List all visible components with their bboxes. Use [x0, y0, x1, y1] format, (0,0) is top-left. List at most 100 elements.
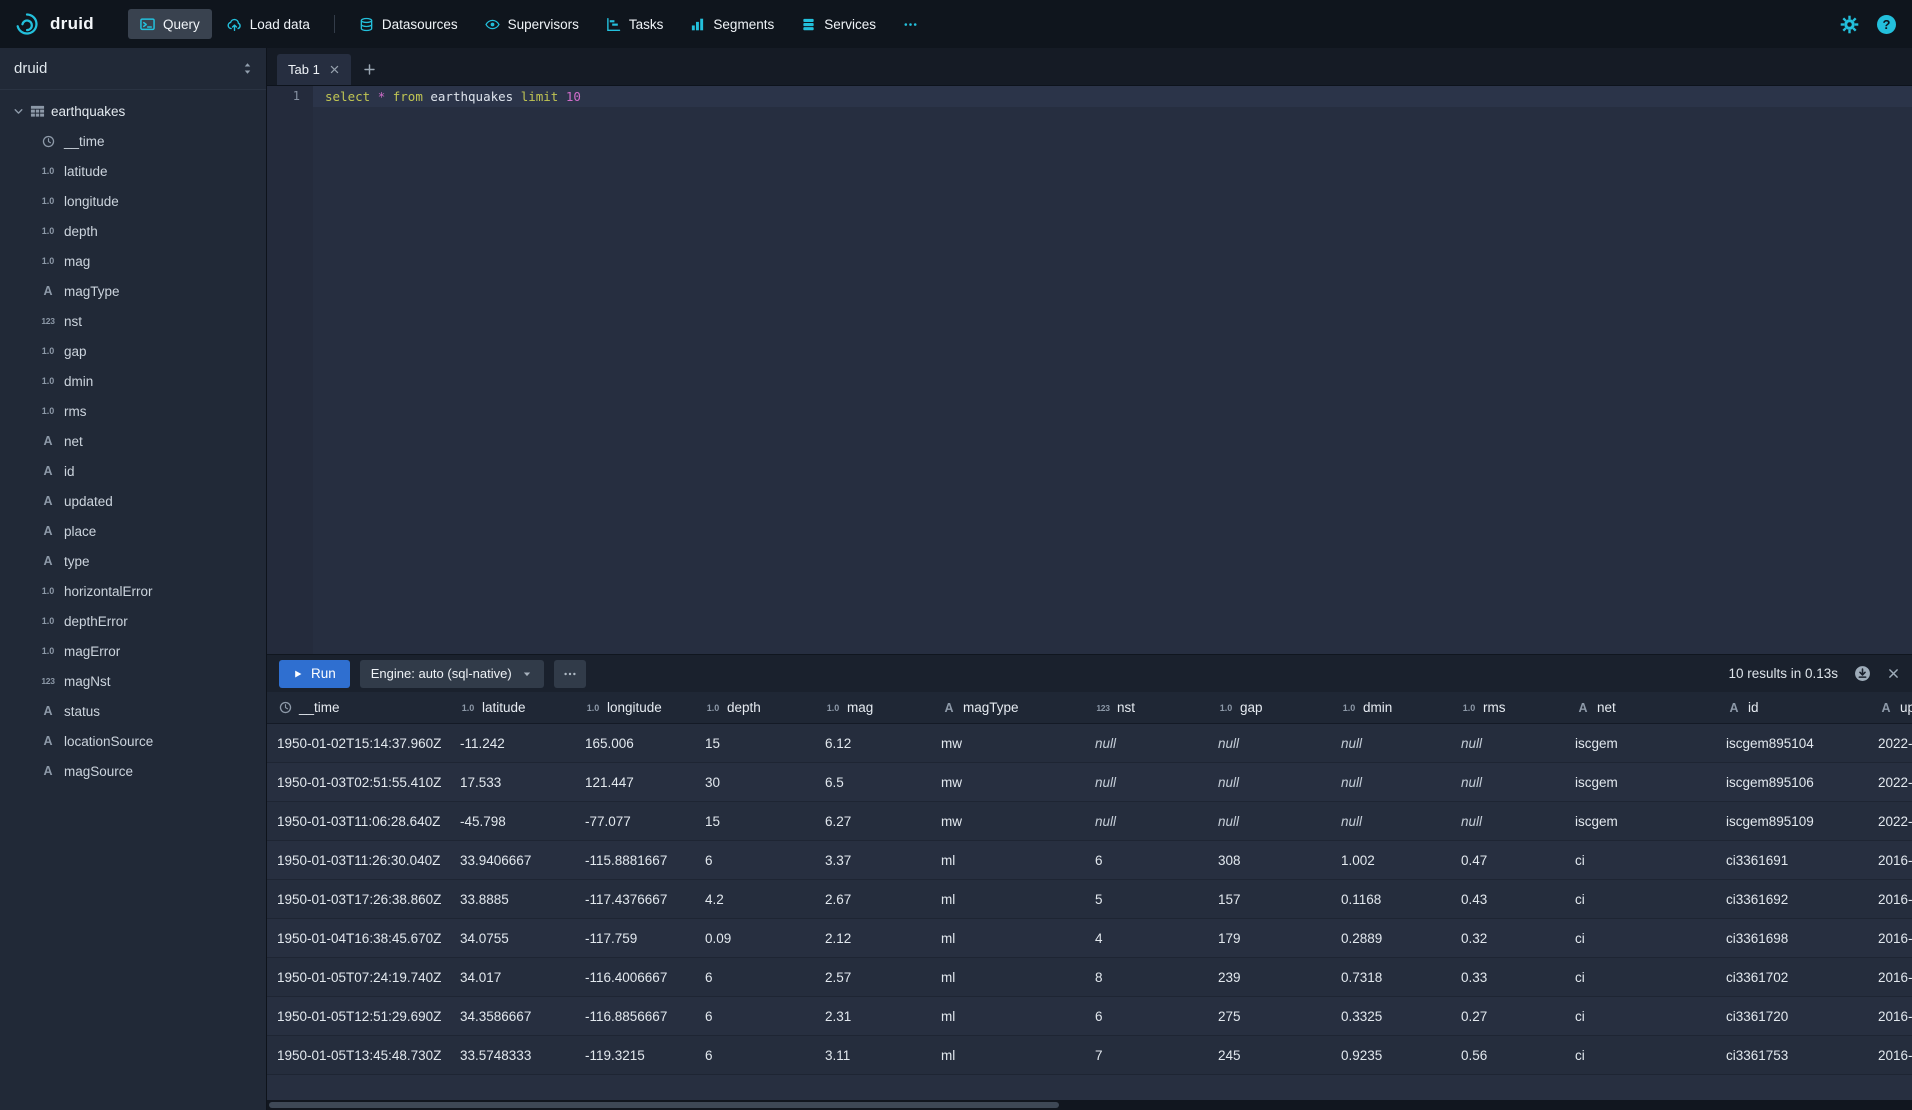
table-cell[interactable]: 8 — [1085, 958, 1208, 996]
table-cell[interactable]: 2016-0 — [1868, 841, 1912, 879]
table-cell[interactable]: 33.9406667 — [450, 841, 575, 879]
gear-icon[interactable] — [1840, 15, 1859, 34]
table-cell[interactable]: null — [1331, 802, 1451, 840]
column-header-mag[interactable]: 1.0mag — [815, 692, 931, 723]
table-cell[interactable]: iscgem895106 — [1716, 763, 1868, 801]
query-more-button[interactable] — [554, 660, 586, 688]
table-cell[interactable]: 1950-01-02T15:14:37.960Z — [267, 724, 450, 762]
table-cell[interactable]: mw — [931, 724, 1085, 762]
column-item-horizontalerror[interactable]: 1.0horizontalError — [0, 576, 266, 606]
table-cell[interactable]: 33.8885 — [450, 880, 575, 918]
table-cell[interactable]: 2.67 — [815, 880, 931, 918]
table-cell[interactable]: 2022-0 — [1868, 763, 1912, 801]
column-item-place[interactable]: Aplace — [0, 516, 266, 546]
nav-item-more[interactable] — [891, 9, 930, 39]
table-cell[interactable]: 0.47 — [1451, 841, 1565, 879]
table-cell[interactable]: 15 — [695, 724, 815, 762]
column-item-gap[interactable]: 1.0gap — [0, 336, 266, 366]
table-cell[interactable]: 6.12 — [815, 724, 931, 762]
sql-editor[interactable]: 1 select * from earthquakes limit 10 — [267, 86, 1912, 654]
table-cell[interactable]: -116.4006667 — [575, 958, 695, 996]
table-cell[interactable]: 1950-01-03T11:26:30.040Z — [267, 841, 450, 879]
table-cell[interactable]: iscgem895109 — [1716, 802, 1868, 840]
table-cell[interactable]: ml — [931, 919, 1085, 957]
table-cell[interactable]: 34.3586667 — [450, 997, 575, 1035]
table-cell[interactable]: 1.002 — [1331, 841, 1451, 879]
table-cell[interactable]: 0.9235 — [1331, 1036, 1451, 1074]
table-cell[interactable]: 2022-0 — [1868, 724, 1912, 762]
table-cell[interactable]: null — [1451, 802, 1565, 840]
table-cell[interactable]: ci — [1565, 919, 1716, 957]
column-header-rms[interactable]: 1.0rms — [1451, 692, 1565, 723]
table-cell[interactable]: ci3361720 — [1716, 997, 1868, 1035]
table-cell[interactable]: ci3361753 — [1716, 1036, 1868, 1074]
table-cell[interactable]: 6 — [695, 1036, 815, 1074]
column-item-nst[interactable]: 123nst — [0, 306, 266, 336]
column-header-longitude[interactable]: 1.0longitude — [575, 692, 695, 723]
column-item-mag[interactable]: 1.0mag — [0, 246, 266, 276]
column-header-gap[interactable]: 1.0gap — [1208, 692, 1331, 723]
column-item-longitude[interactable]: 1.0longitude — [0, 186, 266, 216]
druid-logo-icon[interactable] — [14, 11, 40, 37]
table-cell[interactable]: 15 — [695, 802, 815, 840]
table-cell[interactable]: 7 — [1085, 1036, 1208, 1074]
table-cell[interactable]: 1950-01-03T17:26:38.860Z — [267, 880, 450, 918]
table-cell[interactable]: 34.017 — [450, 958, 575, 996]
table-cell[interactable]: 6 — [1085, 841, 1208, 879]
table-cell[interactable]: ci3361702 — [1716, 958, 1868, 996]
table-cell[interactable]: iscgem — [1565, 802, 1716, 840]
table-cell[interactable]: 2016-0 — [1868, 1036, 1912, 1074]
table-cell[interactable]: 1950-01-03T11:06:28.640Z — [267, 802, 450, 840]
table-cell[interactable]: 239 — [1208, 958, 1331, 996]
table-cell[interactable]: null — [1208, 802, 1331, 840]
column-item-rms[interactable]: 1.0rms — [0, 396, 266, 426]
table-cell[interactable]: 275 — [1208, 997, 1331, 1035]
column-item-updated[interactable]: Aupdated — [0, 486, 266, 516]
column-item-depth[interactable]: 1.0depth — [0, 216, 266, 246]
column-header-time[interactable]: __time — [267, 692, 450, 723]
table-cell[interactable]: 2016-0 — [1868, 958, 1912, 996]
table-cell[interactable]: ci — [1565, 997, 1716, 1035]
table-cell[interactable]: ml — [931, 958, 1085, 996]
table-cell[interactable]: 157 — [1208, 880, 1331, 918]
column-item-time[interactable]: __time — [0, 126, 266, 156]
table-cell[interactable]: 308 — [1208, 841, 1331, 879]
table-cell[interactable]: ci3361691 — [1716, 841, 1868, 879]
table-cell[interactable]: 2016-0 — [1868, 880, 1912, 918]
table-cell[interactable]: 6.27 — [815, 802, 931, 840]
table-cell[interactable]: ci — [1565, 880, 1716, 918]
chevron-down-icon[interactable] — [13, 106, 24, 117]
table-cell[interactable]: 4 — [1085, 919, 1208, 957]
table-cell[interactable]: 121.447 — [575, 763, 695, 801]
column-item-magsource[interactable]: AmagSource — [0, 756, 266, 786]
column-header-dmin[interactable]: 1.0dmin — [1331, 692, 1451, 723]
table-cell[interactable]: mw — [931, 763, 1085, 801]
horizontal-scrollbar[interactable] — [267, 1100, 1912, 1110]
table-cell[interactable]: ml — [931, 841, 1085, 879]
table-cell[interactable]: ci — [1565, 958, 1716, 996]
nav-item-load-data[interactable]: Load data — [215, 9, 322, 39]
double-caret-vertical-icon[interactable] — [241, 62, 254, 75]
table-cell[interactable]: 17.533 — [450, 763, 575, 801]
column-header-depth[interactable]: 1.0depth — [695, 692, 815, 723]
column-item-dmin[interactable]: 1.0dmin — [0, 366, 266, 396]
table-cell[interactable]: 6.5 — [815, 763, 931, 801]
table-cell[interactable]: 0.32 — [1451, 919, 1565, 957]
table-cell[interactable]: ci — [1565, 841, 1716, 879]
nav-item-segments[interactable]: Segments — [678, 9, 786, 39]
table-cell[interactable]: 3.11 — [815, 1036, 931, 1074]
table-cell[interactable]: null — [1451, 724, 1565, 762]
table-cell[interactable]: -45.798 — [450, 802, 575, 840]
column-item-type[interactable]: Atype — [0, 546, 266, 576]
table-cell[interactable]: null — [1208, 724, 1331, 762]
table-cell[interactable]: 2.12 — [815, 919, 931, 957]
table-cell[interactable]: 34.0755 — [450, 919, 575, 957]
table-cell[interactable]: 2.31 — [815, 997, 931, 1035]
column-header-net[interactable]: Anet — [1565, 692, 1716, 723]
close-tab-icon[interactable] — [329, 64, 340, 75]
table-cell[interactable]: null — [1208, 763, 1331, 801]
table-cell[interactable]: -117.759 — [575, 919, 695, 957]
table-cell[interactable]: 0.43 — [1451, 880, 1565, 918]
engine-select[interactable]: Engine: auto (sql-native) — [360, 660, 544, 688]
table-cell[interactable]: 3.37 — [815, 841, 931, 879]
